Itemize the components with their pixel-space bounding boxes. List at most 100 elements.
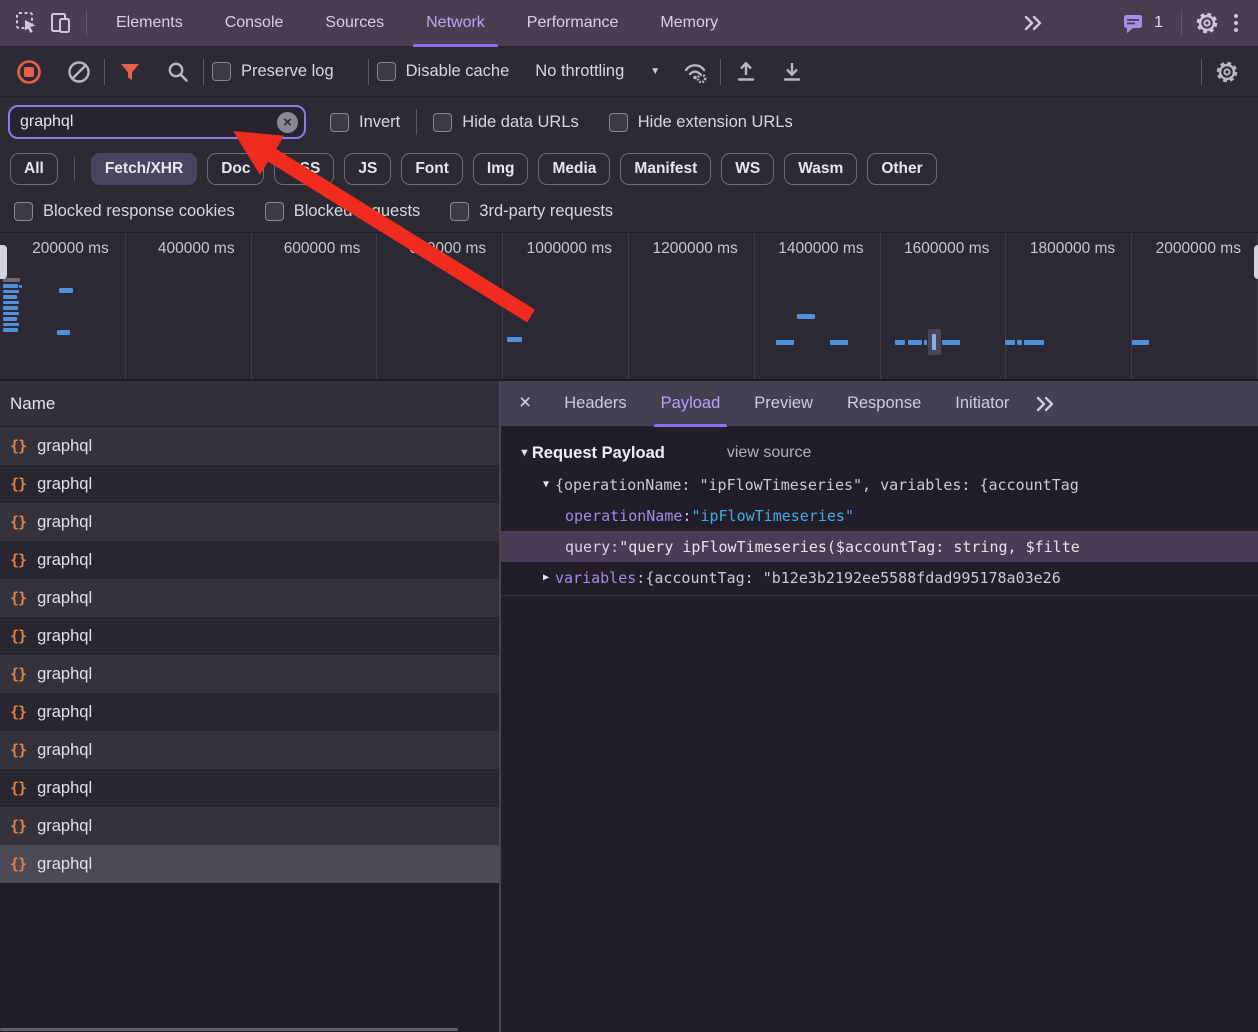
table-row[interactable]: {}graphql [0,807,499,845]
tab-network[interactable]: Network [405,0,506,47]
collapse-triangle-icon[interactable]: ▼ [519,447,530,459]
table-row[interactable]: {}graphql [0,465,499,503]
detail-tab-payload[interactable]: Payload [644,381,738,427]
chip-wasm[interactable]: Wasm [784,153,857,185]
devtools-tabbar: ElementsConsoleSourcesNetworkPerformance… [0,0,1258,47]
table-row[interactable]: {} graphql [0,845,499,883]
search-icon[interactable] [161,55,195,89]
request-name: graphql [37,437,92,456]
table-row[interactable]: {}graphql [0,579,499,617]
detail-tabs: HeadersPayloadPreviewResponseInitiator [547,381,1026,427]
overview-left-handle[interactable] [0,245,7,279]
close-detail-icon[interactable]: × [501,391,547,417]
network-main-split: Name {}graphql{}graphql{}graphql{}graphq… [0,381,1258,1032]
detail-tab-preview[interactable]: Preview [737,381,830,427]
chip-css[interactable]: CSS [274,153,334,185]
record-network-log-icon[interactable] [12,55,46,89]
throttling-select[interactable]: No throttling ▼ [535,62,660,81]
tab-memory[interactable]: Memory [639,0,739,47]
table-row[interactable]: {}graphql [0,655,499,693]
request-payload-section[interactable]: ▼ Request Payload view source [501,437,1258,469]
device-toolbar-icon[interactable] [44,6,78,40]
json-braces-icon: {} [10,551,26,569]
clear-filter-icon[interactable]: × [277,112,298,133]
detail-tab-headers[interactable]: Headers [547,381,643,427]
filter-input[interactable] [20,113,277,131]
request-timing-bar [3,301,19,305]
invert-checkbox[interactable] [330,113,349,132]
table-row[interactable]: {}graphql [0,731,499,769]
payload-row[interactable]: query: "query ipFlowTimeseries($accountT… [501,531,1258,562]
more-detail-tabs-icon[interactable] [1034,394,1056,414]
chip-media[interactable]: Media [538,153,610,185]
blocked-response-cookies-checkbox[interactable] [14,202,33,221]
view-source-link[interactable]: view source [727,444,811,462]
preserve-log-checkbox[interactable] [212,62,231,81]
overview-right-handle[interactable] [1254,245,1258,279]
table-row[interactable]: {}graphql [0,693,499,731]
clear-network-log-icon[interactable] [62,55,96,89]
network-conditions-icon[interactable] [678,55,712,89]
table-row[interactable]: {}graphql [0,427,499,465]
toolbar-divider [1181,10,1182,36]
payload-colon: : [682,507,691,525]
chip-img[interactable]: Img [473,153,529,185]
json-braces-icon: {} [10,627,26,645]
request-timing-bar [1005,340,1015,345]
network-overview-timeline[interactable]: 200000 ms400000 ms600000 ms800000 ms1000… [0,232,1258,381]
chip-fetch-xhr[interactable]: Fetch/XHR [91,153,197,185]
chip-js[interactable]: JS [344,153,391,185]
settings-gear-icon[interactable] [1190,6,1224,40]
table-row[interactable]: {}graphql [0,503,499,541]
filter-funnel-icon[interactable] [113,55,147,89]
blocked-filters-row: Blocked response cookiesBlocked requests… [0,190,1258,232]
chip-all[interactable]: All [10,153,58,185]
chip-font[interactable]: Font [401,153,463,185]
expand-triangle-icon[interactable]: ▼ [537,479,555,490]
json-braces-icon: {} [10,855,26,873]
more-panels-icon[interactable] [1016,6,1050,40]
request-timing-bar [797,314,815,319]
request-name: graphql [37,741,92,760]
request-timing-bar [924,340,927,345]
payload-entries: operationName: "ipFlowTimeseries"query: … [501,500,1258,593]
json-braces-icon: {} [10,779,26,797]
chip-ws[interactable]: WS [721,153,774,185]
detail-tab-initiator[interactable]: Initiator [938,381,1026,427]
table-row[interactable]: {}graphql [0,769,499,807]
detail-tab-response[interactable]: Response [830,381,938,427]
expand-triangle-icon[interactable]: ▶ [537,572,555,583]
checkbox-label: Blocked response cookies [43,202,235,221]
tick-label: 1800000 ms [1006,233,1132,379]
tab-console[interactable]: Console [204,0,305,47]
tab-performance[interactable]: Performance [506,0,640,47]
tab-sources[interactable]: Sources [304,0,405,47]
horizontal-scrollbar[interactable] [0,1028,458,1031]
tab-elements[interactable]: Elements [95,0,204,47]
hide-extension-urls-checkbox[interactable] [609,113,628,132]
export-har-icon[interactable] [775,55,809,89]
disable-cache-checkbox[interactable] [377,62,396,81]
import-har-icon[interactable] [729,55,763,89]
panel-tabs: ElementsConsoleSourcesNetworkPerformance… [95,0,739,47]
request-timing-bar [1024,340,1044,345]
hide-data-urls-checkbox[interactable] [433,113,452,132]
blocked-requests-checkbox[interactable] [265,202,284,221]
chip-manifest[interactable]: Manifest [620,153,711,185]
chip-other[interactable]: Other [867,153,936,185]
request-timing-bar [3,312,19,316]
payload-row[interactable]: ▶variables: {accountTag: "b12e3b2192ee55… [501,562,1258,593]
payload-row[interactable]: operationName: "ipFlowTimeseries" [501,500,1258,531]
inspect-element-icon[interactable] [10,6,44,40]
request-name: graphql [37,855,92,874]
3rd-party-requests-checkbox[interactable] [450,202,469,221]
network-settings-gear-icon[interactable] [1210,55,1244,89]
tick-label: 1400000 ms [755,233,881,379]
payload-preview-line[interactable]: ▼ {operationName: "ipFlowTimeseries", va… [501,469,1258,500]
chip-doc[interactable]: Doc [207,153,264,185]
name-column-header[interactable]: Name [0,381,499,427]
table-row[interactable]: {}graphql [0,617,499,655]
issues-message-icon[interactable] [1116,6,1150,40]
kebab-menu-icon[interactable] [1224,14,1248,32]
table-row[interactable]: {}graphql [0,541,499,579]
